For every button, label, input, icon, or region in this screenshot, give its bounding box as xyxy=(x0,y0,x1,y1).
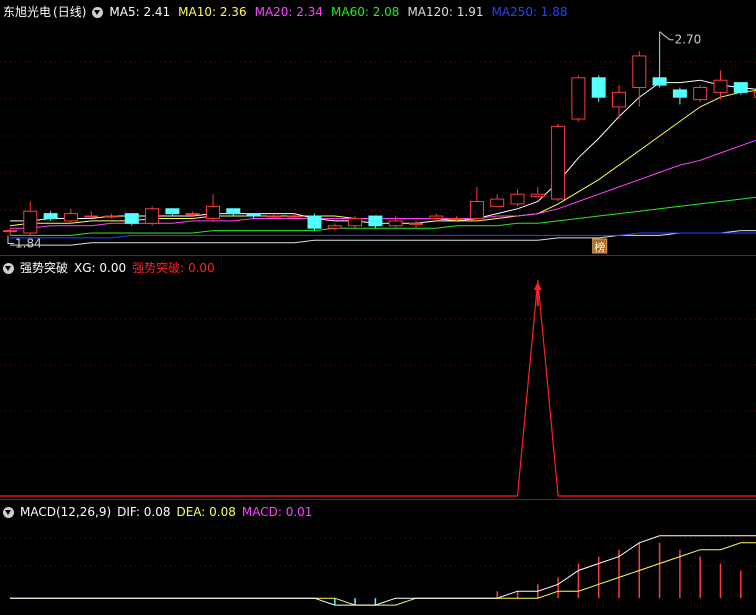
candle-body[interactable] xyxy=(429,215,444,219)
signal-header: 强势突破 XG: 0.00 强势突破: 0.00 xyxy=(3,260,215,276)
ma-line-ma5 xyxy=(10,79,756,224)
signal-title: 强势突破 xyxy=(20,261,69,275)
candle-body[interactable] xyxy=(104,215,119,218)
ma-legend-item: MA120: 1.91 xyxy=(407,5,484,19)
candle-body[interactable] xyxy=(530,193,545,198)
dea-value: DEA: 0.08 xyxy=(176,505,236,519)
xg-value: XG: 0.00 xyxy=(74,261,127,275)
candle-body[interactable] xyxy=(571,77,586,120)
price-chart[interactable]: 2.70 1.84 榜 xyxy=(0,0,756,255)
ma-line-ma250 xyxy=(10,232,756,239)
price-panel[interactable]: 2.70 1.84 榜 东旭光电 (日线) MA5: 2.41 MA10: 2.36 M… xyxy=(0,0,756,255)
candle-body[interactable] xyxy=(266,215,281,218)
candle-body[interactable] xyxy=(469,200,484,219)
price-header: 东旭光电 (日线) MA5: 2.41 MA10: 2.36 MA20: 2.34 M… xyxy=(3,4,568,20)
signal-line xyxy=(0,279,756,497)
candle-body[interactable] xyxy=(368,215,383,227)
high-pointer xyxy=(659,31,674,41)
candle-body[interactable] xyxy=(124,213,139,224)
dif-value: DIF: 0.08 xyxy=(117,505,171,519)
signal-value: 强势突破: 0.00 xyxy=(132,261,215,275)
candle-body[interactable] xyxy=(733,82,748,93)
collapse-icon[interactable] xyxy=(92,6,104,18)
ma-legend-item: MA250: 1.88 xyxy=(491,5,568,19)
candle-body[interactable] xyxy=(185,213,200,216)
candle-body[interactable] xyxy=(388,220,403,227)
ma-legend: MA5: 2.41 MA10: 2.36 MA20: 2.34 MA60: 2.08 M… xyxy=(109,4,567,20)
rank-badge-label: 榜 xyxy=(594,240,605,254)
signal-arrow-icon xyxy=(533,282,542,290)
candle-body[interactable] xyxy=(652,77,667,86)
candle-body[interactable] xyxy=(449,217,464,220)
ma-line-ma60 xyxy=(10,196,756,236)
candle-body[interactable] xyxy=(490,198,505,207)
stock-name: 东旭光电 xyxy=(3,5,52,19)
candle-body[interactable] xyxy=(551,125,566,200)
signal-panel[interactable]: 强势突破 XG: 0.00 强势突破: 0.00 xyxy=(0,256,756,499)
ma-legend-item: MA5: 2.41 xyxy=(109,5,171,19)
dif-line xyxy=(10,535,756,606)
ma-line-ma20 xyxy=(10,139,756,229)
candle-body[interactable] xyxy=(348,217,363,227)
ma-legend-item: MA20: 2.34 xyxy=(254,5,324,19)
signal-chart[interactable] xyxy=(0,256,756,499)
macd-title: MACD(12,26,9) xyxy=(20,505,112,519)
candle-body[interactable] xyxy=(246,213,261,217)
candle-body[interactable] xyxy=(23,210,38,234)
dea-line xyxy=(10,542,756,606)
collapse-icon[interactable] xyxy=(3,506,14,518)
candle-body[interactable] xyxy=(672,89,687,98)
candle-body[interactable] xyxy=(165,208,180,215)
candle-body[interactable] xyxy=(63,213,78,222)
candle-body[interactable] xyxy=(693,86,708,101)
period-label: (日线) xyxy=(53,5,87,19)
low-pointer xyxy=(7,235,14,244)
ma-legend-item: MA60: 2.08 xyxy=(331,5,400,19)
macd-panel[interactable]: MACD(12,26,9) DIF: 0.08 DEA: 0.08 MACD: … xyxy=(0,500,756,615)
candle-body[interactable] xyxy=(307,215,322,229)
low-price-label: 1.84 xyxy=(15,236,42,250)
candle-body[interactable] xyxy=(287,215,302,218)
candle-body[interactable] xyxy=(3,230,17,233)
candle-body[interactable] xyxy=(612,91,626,108)
candle-body[interactable] xyxy=(713,79,728,93)
candle-body[interactable] xyxy=(84,215,99,218)
candle-body[interactable] xyxy=(632,55,647,88)
macd-header: MACD(12,26,9) DIF: 0.08 DEA: 0.08 MACD: … xyxy=(3,504,312,520)
candle-body[interactable] xyxy=(591,77,606,98)
candle-body[interactable] xyxy=(327,225,342,229)
candle-body[interactable] xyxy=(409,222,423,225)
candle-body[interactable] xyxy=(206,205,220,219)
candle-body[interactable] xyxy=(145,208,160,224)
collapse-icon[interactable] xyxy=(3,262,14,274)
ma-legend-item: MA10: 2.36 xyxy=(178,5,247,19)
candle-body[interactable] xyxy=(226,208,241,215)
candle-body[interactable] xyxy=(43,213,58,219)
macd-value: MACD: 0.01 xyxy=(241,505,313,519)
high-price-label: 2.70 xyxy=(675,33,702,47)
candle-body[interactable] xyxy=(510,193,525,205)
ma-line-ma10 xyxy=(9,89,756,227)
